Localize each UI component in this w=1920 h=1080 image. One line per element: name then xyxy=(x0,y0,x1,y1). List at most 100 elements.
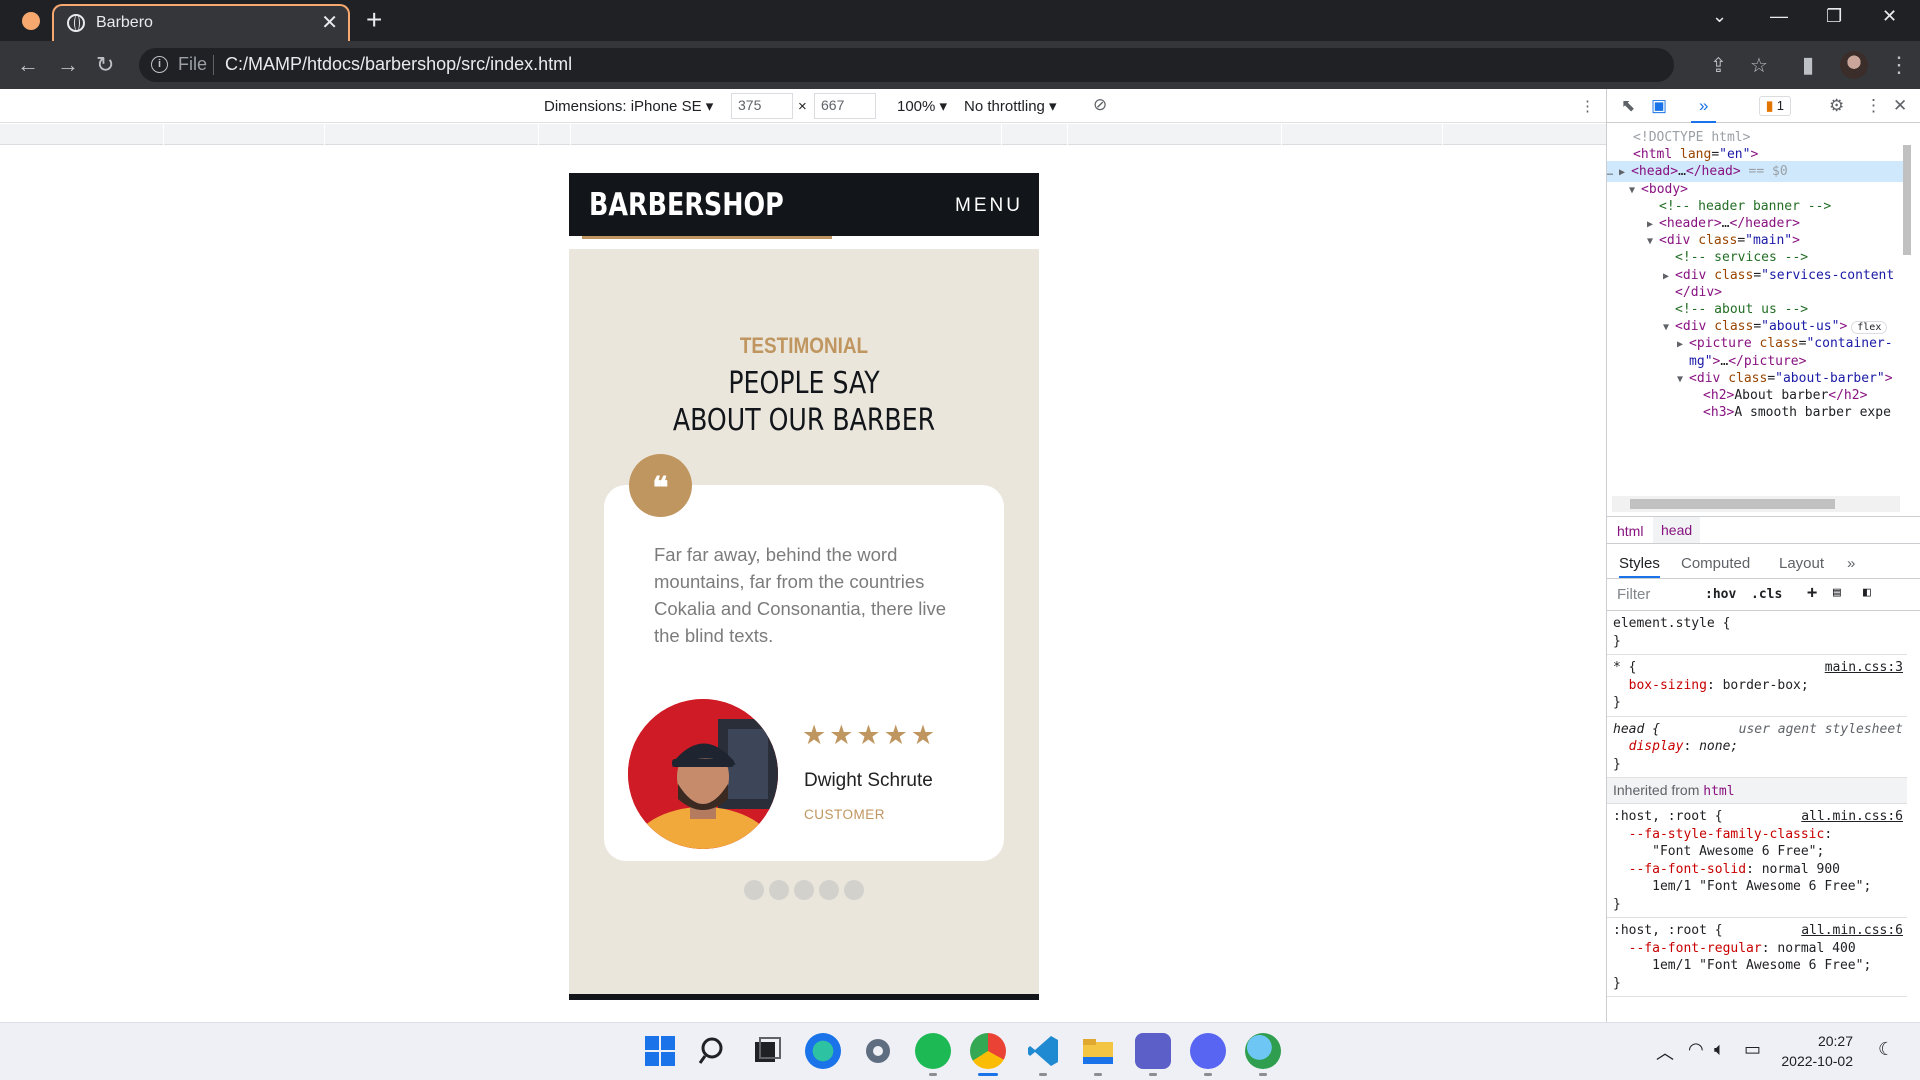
tab-computed[interactable]: Computed xyxy=(1681,555,1750,572)
height-input[interactable]: 667 xyxy=(814,93,876,119)
more-tabs-icon[interactable]: » xyxy=(1847,555,1855,572)
restore-button[interactable]: ❐ xyxy=(1826,6,1842,27)
bookmark-star-icon[interactable]: ☆ xyxy=(1750,53,1768,78)
breadcrumb: html head xyxy=(1607,516,1920,544)
carousel-dot[interactable] xyxy=(844,880,864,900)
elements-hscrollbar[interactable] xyxy=(1612,496,1900,512)
discord-indicator xyxy=(1204,1073,1212,1076)
hov-toggle[interactable]: :hov xyxy=(1705,587,1736,602)
device-toggle-icon[interactable]: ▣ xyxy=(1651,96,1667,116)
customer-role: CUSTOMER xyxy=(804,807,886,822)
menu-button[interactable]: MENU xyxy=(955,195,1023,217)
scroll-thumb[interactable] xyxy=(1903,145,1911,255)
carousel-dot[interactable] xyxy=(769,880,789,900)
devtools-menu-icon[interactable]: ⋮ xyxy=(1865,96,1882,116)
close-tab-icon[interactable]: ✕ xyxy=(321,10,338,35)
rule-universal[interactable]: * { box-sizing: border-box; } main.css:3 xyxy=(1607,655,1907,717)
paint-icon[interactable] xyxy=(1245,1033,1281,1069)
chrome-indicator xyxy=(978,1073,998,1076)
info-icon[interactable]: i xyxy=(151,56,168,73)
address-bar[interactable]: i File C:/MAMP/htdocs/barbershop/src/ind… xyxy=(139,48,1768,82)
device-more-icon[interactable]: ⋮ xyxy=(1580,97,1595,115)
issues-badge[interactable]: ▮ 1 xyxy=(1759,96,1792,116)
zoom-select[interactable]: 100% ▾ xyxy=(897,97,947,115)
testimonial-quote: Far far away, behind the word mountains,… xyxy=(654,544,947,646)
tab-styles[interactable]: Styles xyxy=(1619,555,1660,578)
user-agent-label: user agent stylesheet xyxy=(1738,721,1903,737)
tab-search-icon[interactable]: ⌄ xyxy=(1712,6,1727,27)
media-query-ruler[interactable] xyxy=(0,124,1606,145)
flex-badge[interactable]: flex xyxy=(1851,321,1888,335)
chrome-icon[interactable] xyxy=(970,1033,1006,1069)
breadcrumb-html[interactable]: html xyxy=(1617,523,1643,539)
windows-taskbar: ︿ ◠ 🔈︎ ▭ 20:27 2022-10-02 ☾ xyxy=(0,1022,1920,1080)
carousel-dots xyxy=(744,880,869,905)
volume-icon[interactable]: 🔈︎ xyxy=(1714,1039,1725,1060)
rule-root-1[interactable]: :host, :root { --fa-style-family-classic… xyxy=(1607,804,1907,918)
tab-layout[interactable]: Layout xyxy=(1779,555,1824,572)
focus-assist-icon[interactable]: ☾ xyxy=(1878,1039,1894,1060)
settings-gear-icon[interactable]: ⚙ xyxy=(1829,96,1844,116)
vscode-icon[interactable] xyxy=(1025,1033,1061,1069)
source-link[interactable]: main.css:3 xyxy=(1825,659,1903,677)
sidebar-toggle-icon[interactable]: ◧ xyxy=(1863,585,1871,600)
device-viewport: BARBERSHOP MENU TESTIMONIAL PEOPLE SAY A… xyxy=(0,145,1606,1022)
file-explorer-icon[interactable] xyxy=(1080,1033,1116,1069)
rule-root-2[interactable]: :host, :root { --fa-font-regular: normal… xyxy=(1607,918,1907,997)
elements-scrollbar[interactable] xyxy=(1900,145,1914,485)
task-view-icon[interactable] xyxy=(750,1033,786,1069)
battery-icon[interactable]: ▭ xyxy=(1744,1039,1761,1060)
carousel-dot[interactable] xyxy=(819,880,839,900)
site-logo[interactable]: BARBERSHOP xyxy=(589,187,784,223)
new-rule-icon[interactable]: + xyxy=(1807,583,1817,603)
device-select[interactable]: Dimensions: iPhone SE ▾ xyxy=(544,97,713,115)
edge-icon[interactable] xyxy=(805,1033,841,1069)
share-icon[interactable]: ⇪ xyxy=(1710,53,1727,78)
carousel-dot[interactable] xyxy=(794,880,814,900)
rotate-icon[interactable]: ⊘ xyxy=(1093,95,1107,115)
device-toolbar: Dimensions: iPhone SE ▾ 375 × 667 100% ▾… xyxy=(0,89,1606,123)
rule-element-style[interactable]: element.style { } xyxy=(1607,611,1907,655)
customer-name: Dwight Schrute xyxy=(804,770,933,791)
chrome-menu-icon[interactable]: ⋮ xyxy=(1888,52,1910,78)
search-icon[interactable] xyxy=(696,1033,732,1069)
throttling-select[interactable]: No throttling ▾ xyxy=(964,97,1057,115)
close-window-button[interactable]: ✕ xyxy=(1882,6,1897,27)
devtools-panel: ⬉ ▣ » ▮ 1 ⚙ ⋮ ✕ <!DOCTYPE html> <html la… xyxy=(1606,89,1920,1022)
more-panels-icon[interactable]: » xyxy=(1691,96,1717,123)
width-input[interactable]: 375 xyxy=(731,93,793,119)
profile-avatar[interactable] xyxy=(1840,51,1868,79)
source-link[interactable]: all.min.css:6 xyxy=(1801,808,1903,826)
url-text[interactable]: C:/MAMP/htdocs/barbershop/src/index.html xyxy=(225,54,572,75)
source-link[interactable]: all.min.css:6 xyxy=(1801,922,1903,940)
hscroll-thumb[interactable] xyxy=(1630,499,1835,509)
tray-chevron-icon[interactable]: ︿ xyxy=(1656,1039,1674,1065)
new-tab-button[interactable]: + xyxy=(366,4,382,36)
styles-filter-input[interactable]: Filter xyxy=(1617,586,1650,603)
taskbar-clock[interactable]: 20:27 2022-10-02 xyxy=(1775,1031,1853,1071)
minimize-button[interactable]: — xyxy=(1770,6,1788,27)
browser-tab[interactable]: Barbero ✕ xyxy=(52,4,350,41)
spotify-icon[interactable] xyxy=(915,1033,951,1069)
dom-node[interactable]: <h3>A smooth barber expe xyxy=(1607,402,1907,423)
breadcrumb-head[interactable]: head xyxy=(1653,517,1701,543)
side-panel-icon[interactable]: ▮ xyxy=(1802,52,1814,78)
wifi-icon[interactable]: ◠ xyxy=(1688,1039,1704,1060)
inspect-element-icon[interactable]: ⬉ xyxy=(1621,96,1635,116)
close-devtools-icon[interactable]: ✕ xyxy=(1893,96,1907,116)
forward-button[interactable]: → xyxy=(57,52,79,78)
cls-toggle[interactable]: .cls xyxy=(1751,587,1782,602)
start-icon[interactable] xyxy=(642,1033,678,1069)
back-button[interactable]: ← xyxy=(17,52,39,78)
discord-icon[interactable] xyxy=(1190,1033,1226,1069)
paint-brush-icon[interactable]: ▤ xyxy=(1833,585,1841,600)
tab-group-dot[interactable] xyxy=(22,12,40,30)
carousel-dot[interactable] xyxy=(744,880,764,900)
teams-icon[interactable] xyxy=(1135,1033,1171,1069)
paint-indicator xyxy=(1259,1073,1267,1076)
rule-head[interactable]: head { display: none; } user agent styles… xyxy=(1607,717,1907,778)
inherited-header: Inherited from html xyxy=(1607,778,1907,804)
file-label: File xyxy=(178,54,208,74)
settings-icon[interactable] xyxy=(860,1033,896,1069)
reload-button[interactable]: ↻ xyxy=(96,52,114,78)
